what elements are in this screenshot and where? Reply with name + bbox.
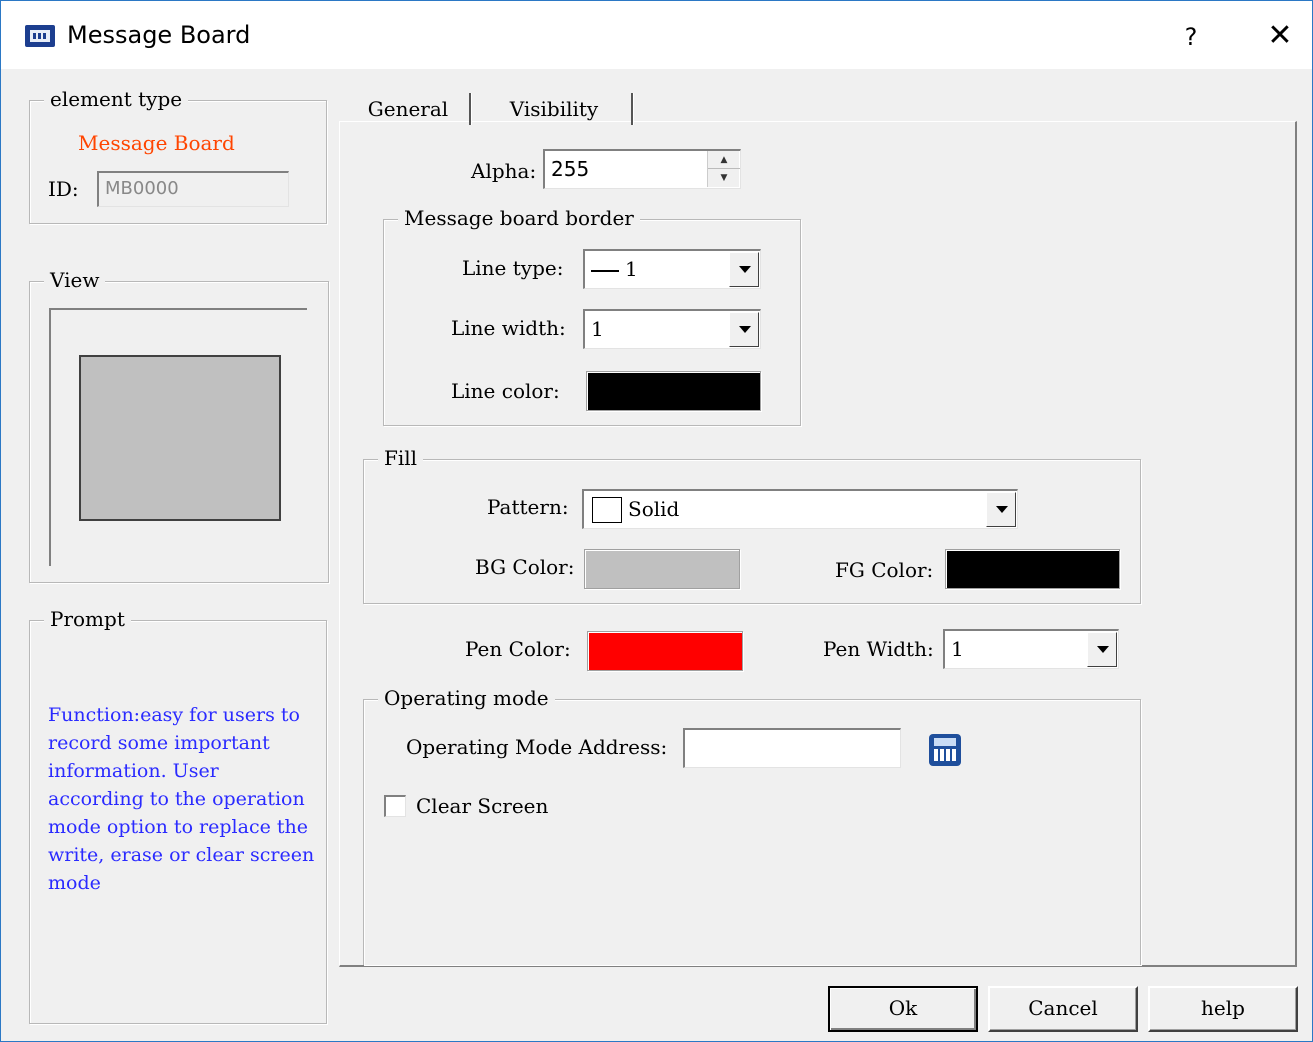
line-color-swatch[interactable] [586, 371, 761, 411]
cancel-button[interactable]: Cancel [988, 986, 1138, 1032]
app-icon [25, 25, 55, 47]
fill-legend: Fill [378, 446, 424, 470]
pattern-preview [592, 497, 622, 523]
close-icon[interactable]: ✕ [1258, 17, 1302, 57]
id-field: MB0000 [97, 171, 289, 207]
line-width-select[interactable]: 1 [583, 309, 761, 349]
operating-mode-address-label: Operating Mode Address: [406, 735, 668, 759]
prompt-legend: Prompt [44, 607, 131, 631]
pattern-label: Pattern: [487, 495, 569, 519]
element-type-value: Message Board [78, 131, 235, 155]
pen-color-swatch[interactable] [587, 631, 743, 671]
chevron-down-icon[interactable] [1087, 632, 1117, 667]
chevron-down-icon[interactable] [986, 492, 1016, 527]
clear-screen-label: Clear Screen [416, 794, 549, 818]
help-icon[interactable]: ? [1171, 17, 1211, 57]
spin-up-icon[interactable]: ▲ [708, 151, 740, 169]
line-type-select[interactable]: 1 [583, 249, 761, 289]
border-legend: Message board border [398, 206, 640, 230]
calculator-icon[interactable] [929, 734, 961, 766]
line-type-value: 1 [591, 251, 638, 287]
message-board-dialog: Message Board ? ✕ element type Message B… [0, 0, 1313, 1042]
title-bar: Message Board ? ✕ [1, 1, 1312, 69]
alpha-label: Alpha: [471, 159, 537, 183]
help-button[interactable]: help [1148, 986, 1298, 1032]
ok-button[interactable]: Ok [828, 986, 978, 1032]
bg-color-label: BG Color: [475, 555, 575, 579]
pattern-value: Solid [628, 497, 680, 521]
window-title: Message Board [67, 21, 251, 49]
pattern-select[interactable]: Solid [582, 489, 1018, 529]
tab-visibility[interactable]: Visibility [471, 89, 637, 129]
view-legend: View [44, 268, 106, 292]
pen-width-select[interactable]: 1 [943, 629, 1119, 669]
line-width-value: 1 [591, 317, 604, 341]
bg-color-swatch[interactable] [584, 549, 740, 589]
element-type-legend: element type [44, 87, 189, 111]
line-type-label: Line type: [462, 256, 564, 280]
chevron-down-icon[interactable] [729, 312, 759, 347]
pen-width-label: Pen Width: [823, 637, 934, 661]
pen-color-label: Pen Color: [465, 637, 571, 661]
operating-mode-address-input[interactable] [683, 728, 901, 768]
alpha-spinner[interactable]: ▲ ▼ [707, 151, 740, 187]
line-width-label: Line width: [451, 316, 566, 340]
fg-color-label: FG Color: [835, 558, 934, 582]
clear-screen-checkbox[interactable] [384, 795, 406, 817]
tab-divider [631, 93, 633, 125]
pen-width-value: 1 [951, 637, 964, 661]
fg-color-swatch[interactable] [945, 549, 1120, 589]
line-color-label: Line color: [451, 379, 560, 403]
message-board-preview [79, 355, 281, 521]
chevron-down-icon[interactable] [729, 252, 759, 287]
operating-mode-legend: Operating mode [378, 686, 555, 710]
id-label: ID: [48, 177, 79, 201]
spin-down-icon[interactable]: ▼ [708, 169, 740, 187]
tab-general[interactable]: General [345, 89, 471, 129]
prompt-text: Function:easy for users to record some i… [48, 704, 315, 894]
